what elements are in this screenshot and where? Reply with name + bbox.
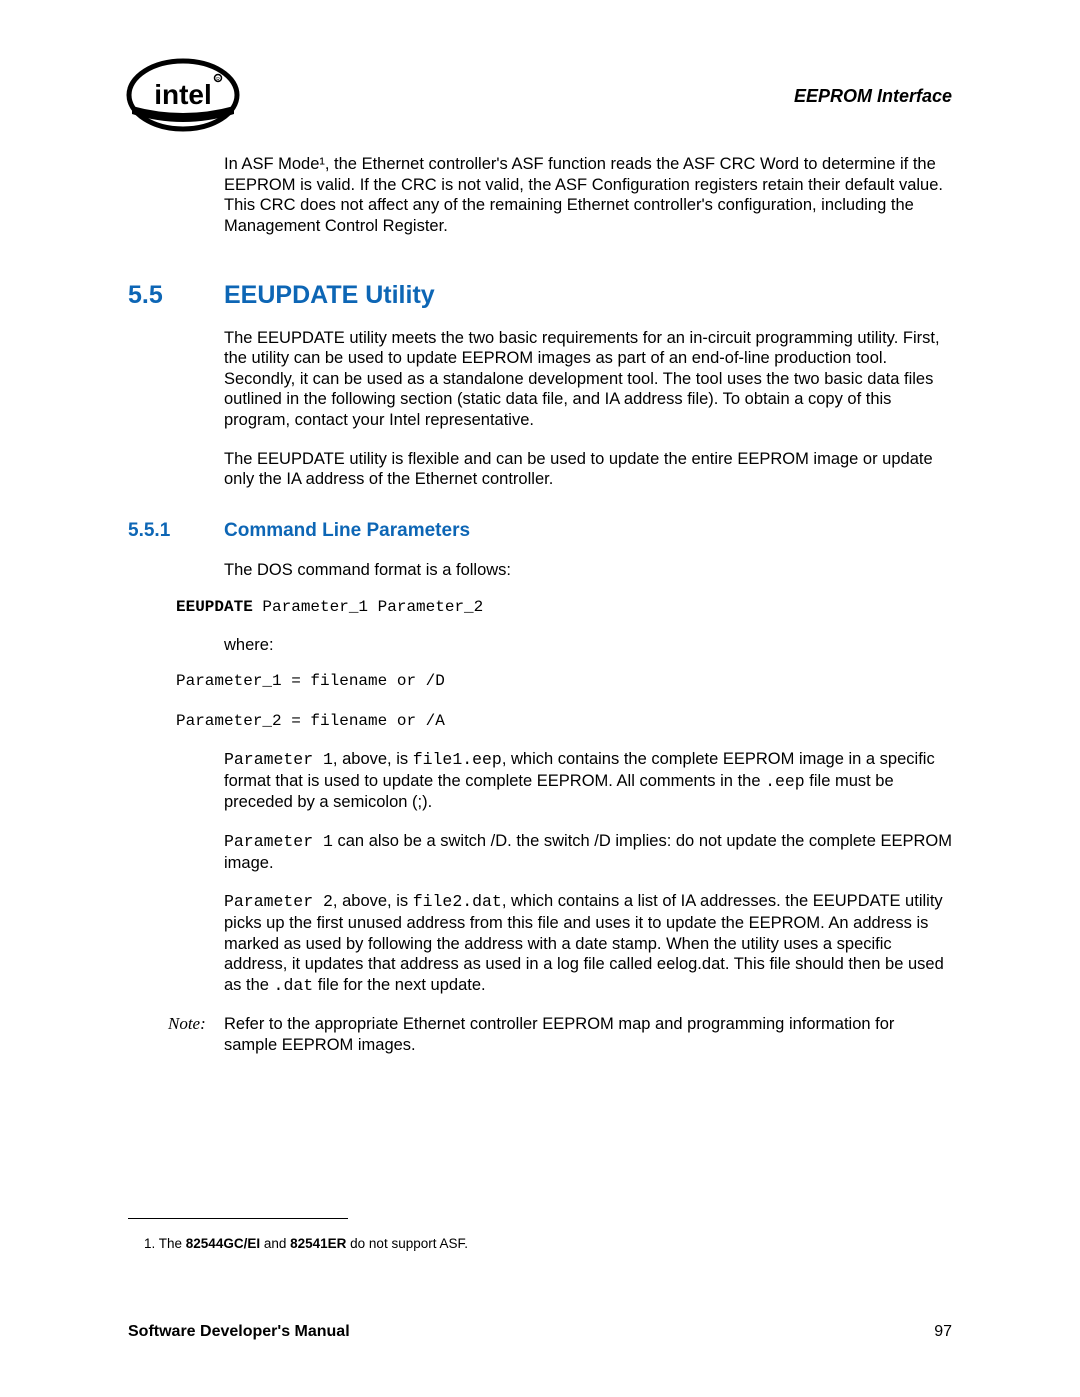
code-line: Parameter_2 = filename or /A: [176, 712, 445, 730]
code-args: Parameter_1 Parameter_2: [253, 598, 483, 616]
code-block: EEUPDATE Parameter_1 Parameter_2: [176, 597, 952, 617]
paragraph: The DOS command format is a follows:: [224, 560, 952, 581]
footer-manual-title: Software Developer's Manual: [128, 1323, 350, 1341]
footer-page-number: 97: [934, 1323, 952, 1341]
paragraph: Parameter 1 can also be a switch /D. the…: [224, 831, 952, 873]
intro-paragraph: In ASF Mode¹, the Ethernet controller's …: [224, 154, 952, 237]
heading-title: Command Line Parameters: [224, 520, 470, 542]
inline-code: Parameter 1: [224, 832, 333, 851]
heading-5-5: 5.5 EEUPDATE Utility: [128, 281, 952, 310]
heading-5-5-1: 5.5.1 Command Line Parameters: [128, 520, 952, 542]
inline-code: .eep: [765, 772, 805, 791]
inline-code: .dat: [274, 976, 314, 995]
code-block: Parameter_1 = filename or /D Parameter_2…: [176, 671, 952, 731]
inline-code: Parameter 1: [224, 750, 333, 769]
footnote: 1. The 82544GC/EI and 82541ER do not sup…: [144, 1236, 468, 1251]
intel-logo: intel R: [124, 56, 242, 134]
inline-code: file1.eep: [413, 750, 502, 769]
inline-code: Parameter 2: [224, 892, 333, 911]
heading-title: EEUPDATE Utility: [224, 281, 435, 310]
heading-number: 5.5: [128, 281, 224, 310]
header-section-title: EEPROM Interface: [794, 86, 952, 107]
paragraph: where:: [224, 635, 952, 656]
note-label: Note:: [168, 1014, 224, 1055]
svg-text:R: R: [216, 77, 220, 83]
page-header: intel R EEPROM Interface: [128, 56, 952, 136]
page: intel R EEPROM Interface In ASF Mode¹, t…: [0, 0, 1080, 1397]
paragraph: The EEUPDATE utility is flexible and can…: [224, 449, 952, 490]
paragraph: Parameter 2, above, is file2.dat, which …: [224, 891, 952, 996]
page-footer: Software Developer's Manual 97: [128, 1323, 952, 1341]
heading-number: 5.5.1: [128, 520, 224, 542]
note-block: Note: Refer to the appropriate Ethernet …: [128, 1014, 952, 1055]
footnote-rule: [128, 1218, 348, 1219]
code-line: Parameter_1 = filename or /D: [176, 672, 445, 690]
paragraph: Parameter 1, above, is file1.eep, which …: [224, 749, 952, 813]
paragraph: The EEUPDATE utility meets the two basic…: [224, 328, 952, 431]
svg-text:intel: intel: [154, 79, 212, 110]
inline-code: file2.dat: [413, 892, 502, 911]
note-body: Refer to the appropriate Ethernet contro…: [224, 1014, 952, 1055]
code-command: EEUPDATE: [176, 598, 253, 616]
